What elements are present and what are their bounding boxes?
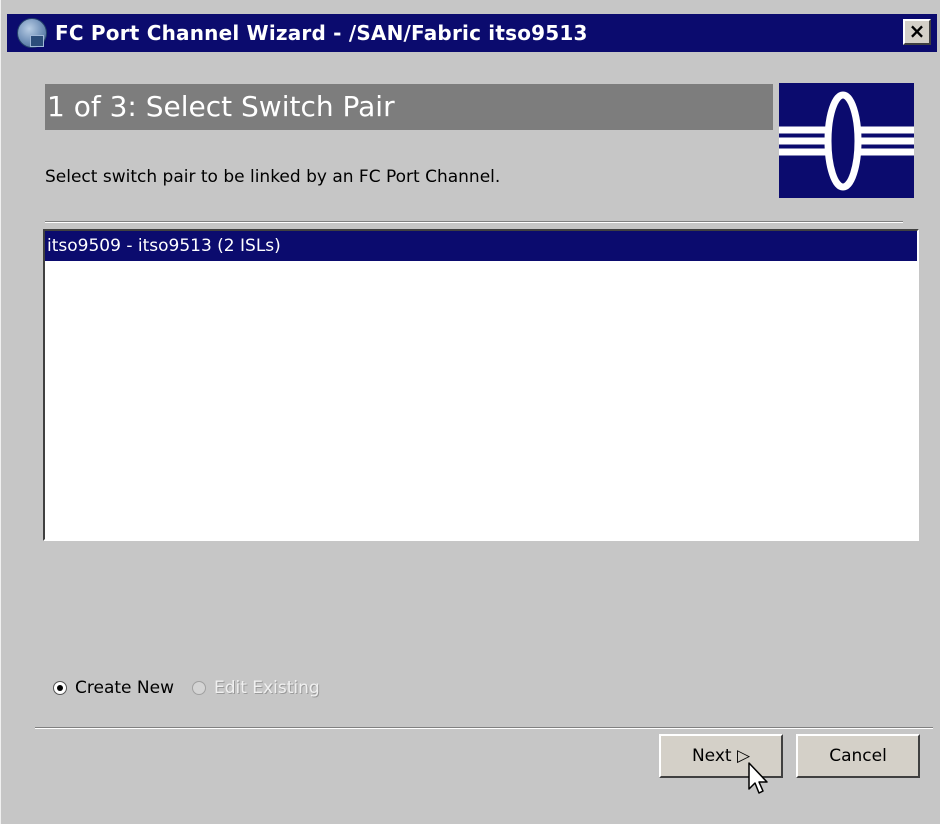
create-new-radio[interactable] [53,681,67,695]
divider [45,221,903,223]
step-instruction: Select switch pair to be linked by an FC… [45,167,501,187]
app-icon[interactable] [17,18,47,48]
switch-pair-item[interactable]: itso9509 - itso9513 (2 ISLs) [45,231,917,261]
step-header: 1 of 3: Select Switch Pair [45,84,773,130]
window-title: FC Port Channel Wizard - /SAN/Fabric its… [55,21,588,45]
title-bar: FC Port Channel Wizard - /SAN/Fabric its… [7,14,937,52]
switch-pair-list[interactable]: itso9509 - itso9513 (2 ISLs) [43,229,919,541]
port-channel-logo-icon [779,83,914,198]
step-title: 1 of 3: Select Switch Pair [47,90,395,123]
mode-radio-group: Create New Edit Existing [53,676,338,700]
create-new-label[interactable]: Create New [75,678,174,698]
mouse-pointer-icon [748,762,768,794]
divider [35,727,933,729]
wizard-window: FC Port Channel Wizard - /SAN/Fabric its… [0,0,940,824]
cancel-button[interactable]: Cancel [796,734,920,778]
edit-existing-radio [191,681,206,695]
edit-existing-label: Edit Existing [213,678,320,698]
close-button[interactable]: × [903,19,931,45]
